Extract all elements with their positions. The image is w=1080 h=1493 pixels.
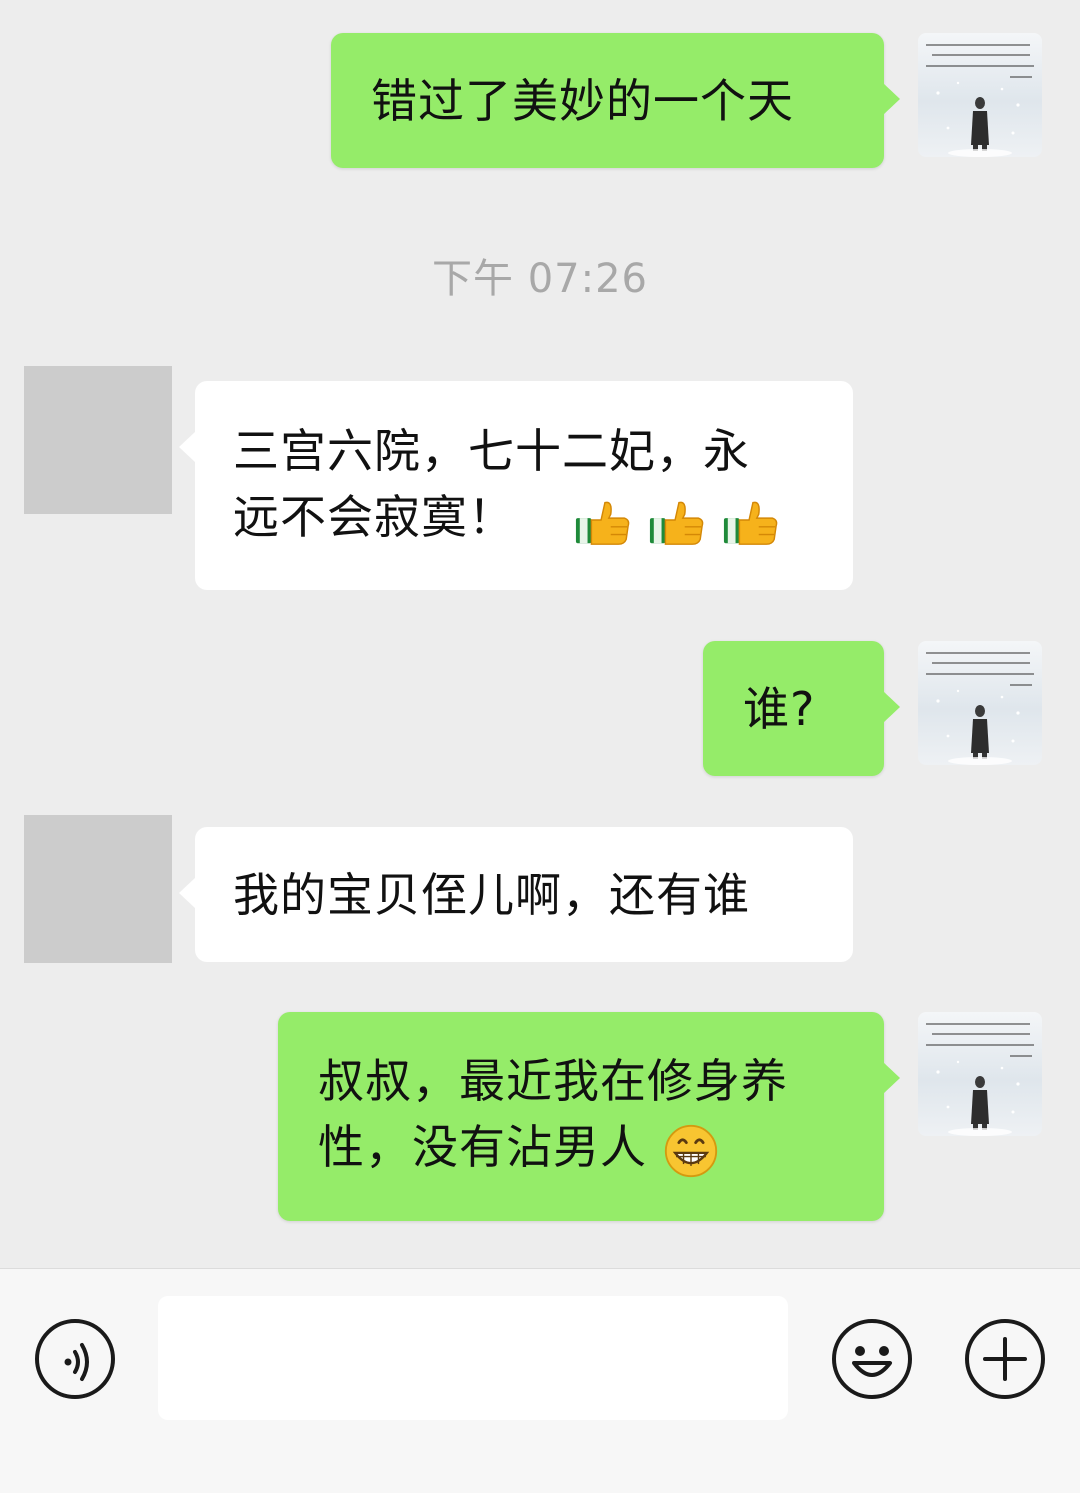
voice-icon: [35, 1319, 115, 1399]
voice-button[interactable]: [33, 1317, 117, 1401]
avatar[interactable]: [918, 641, 1042, 765]
message-text-line: 远不会寂寞！: [233, 484, 853, 550]
message-bubble-sent[interactable]: 叔叔，最近我在修身养 性，没有沾男人: [278, 1012, 900, 1221]
emoji-icon: [832, 1319, 912, 1399]
thumbs-up-icon: [722, 496, 780, 546]
more-button[interactable]: [963, 1317, 1047, 1401]
timestamp: 下午 07:26: [432, 256, 648, 302]
message-input[interactable]: [158, 1296, 788, 1420]
message-text: 错过了美妙的一个天: [371, 74, 794, 128]
message-text: 我的宝贝侄儿啊，还有谁: [233, 868, 750, 922]
message-bubble-sent[interactable]: 错过了美妙的一个天: [331, 33, 900, 168]
message-text-line: 叔叔，最近我在修身养: [318, 1054, 788, 1108]
avatar[interactable]: [24, 366, 172, 514]
message-bubble-sent[interactable]: 谁?: [703, 641, 900, 776]
chat-input-bar: [0, 1268, 1080, 1493]
message-text: 远不会寂寞！: [233, 490, 515, 544]
chat-area: 错过了美妙的一个天 下午 07:26 三宫六院，七十二妃，永 远不会寂寞！ 谁?…: [0, 0, 1080, 1268]
avatar-image: [918, 1012, 1042, 1136]
message-bubble-received[interactable]: 三宫六院，七十二妃，永 远不会寂寞！: [179, 381, 853, 590]
thumbs-up-icon: [648, 496, 706, 546]
message-text: 谁?: [743, 682, 816, 736]
grinning-face-icon: [663, 1123, 719, 1179]
message-text-line: 性，没有沾男人: [318, 1114, 884, 1180]
message-bubble-received[interactable]: 我的宝贝侄儿啊，还有谁: [179, 827, 853, 962]
avatar[interactable]: [24, 815, 172, 963]
message-text: 性，没有沾男人: [318, 1120, 647, 1174]
thumbs-up-icon: [574, 496, 632, 546]
avatar-image: [918, 641, 1042, 765]
emoji-button[interactable]: [830, 1317, 914, 1401]
plus-icon: [965, 1319, 1045, 1399]
avatar-image: [918, 33, 1042, 157]
avatar[interactable]: [918, 1012, 1042, 1136]
avatar[interactable]: [918, 33, 1042, 157]
message-text-line: 三宫六院，七十二妃，永: [233, 424, 750, 478]
